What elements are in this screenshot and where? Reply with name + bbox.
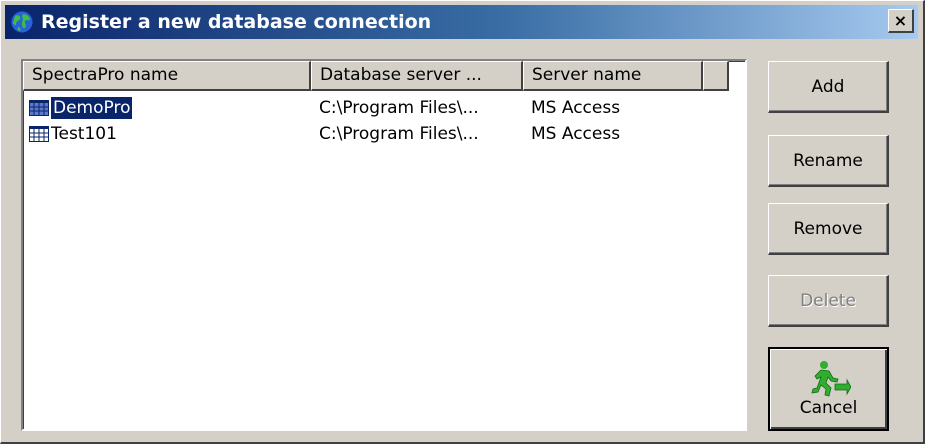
title-bar[interactable]: Register a new database connection × <box>5 5 918 39</box>
globe-icon <box>9 9 35 35</box>
table-grid-icon <box>29 126 49 142</box>
column-header-filler[interactable] <box>703 61 729 91</box>
close-icon: × <box>893 10 908 30</box>
row-name-cell: Test101 <box>23 124 311 144</box>
connection-list[interactable]: SpectraPro name Database server ... Serv… <box>21 59 747 431</box>
window-title: Register a new database connection <box>41 11 432 33</box>
column-header-database-server[interactable]: Database server ... <box>311 61 523 91</box>
close-button[interactable]: × <box>888 9 914 33</box>
table-grid-icon <box>29 100 49 116</box>
cancel-label: Cancel <box>799 398 858 418</box>
column-header-spectrapro-name[interactable]: SpectraPro name <box>23 61 311 91</box>
row-database-server: C:\Program Files\... <box>319 124 479 144</box>
remove-button[interactable]: Remove <box>768 203 889 255</box>
column-header-server-name[interactable]: Server name <box>523 61 703 91</box>
delete-button[interactable]: Delete <box>768 275 889 327</box>
running-exit-icon <box>810 361 851 397</box>
row-name: Test101 <box>51 124 117 144</box>
row-name: DemoPro <box>49 97 134 119</box>
rename-button[interactable]: Rename <box>768 135 889 187</box>
list-header: SpectraPro name Database server ... Serv… <box>23 61 745 91</box>
table-row[interactable]: Test101 C:\Program Files\... MS Access <box>23 121 745 147</box>
row-server-name: MS Access <box>531 124 621 144</box>
row-name-cell: DemoPro <box>23 97 311 119</box>
table-row[interactable]: DemoPro C:\Program Files\... MS Access <box>23 95 745 121</box>
row-database-server: C:\Program Files\... <box>319 98 479 118</box>
add-button[interactable]: Add <box>768 61 889 113</box>
dialog-window: Register a new database connection × Spe… <box>0 0 925 444</box>
cancel-button[interactable]: Cancel <box>768 347 889 431</box>
row-server-name: MS Access <box>531 98 621 118</box>
